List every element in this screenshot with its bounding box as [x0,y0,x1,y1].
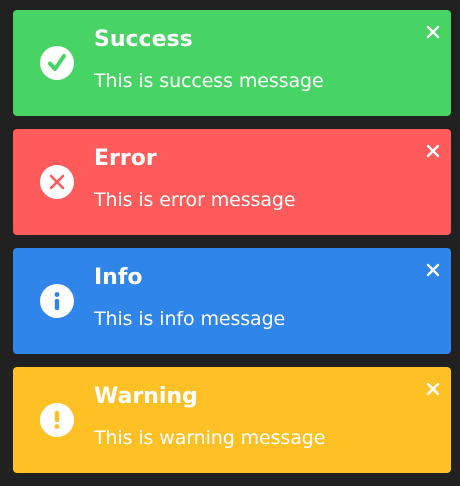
info-icon [40,284,74,318]
toast-message: This is error message [94,189,296,211]
close-icon[interactable] [425,381,441,397]
toast-title: Success [94,27,193,52]
toast-message: This is success message [94,70,324,92]
toast-title: Warning [94,384,198,409]
toast-success: Success This is success message [13,10,451,116]
toast-info: Info This is info message [13,248,451,354]
exclamation-icon [40,403,74,437]
check-icon [40,46,74,80]
toast-title: Info [94,265,143,290]
toast-error: Error This is error message [13,129,451,235]
toast-message: This is info message [94,308,286,330]
x-icon [40,165,74,199]
toast-message: This is warning message [94,427,326,449]
close-icon[interactable] [425,262,441,278]
toast-warning: Warning This is warning message [13,367,451,473]
close-icon[interactable] [425,24,441,40]
close-icon[interactable] [425,143,441,159]
toast-title: Error [94,146,157,171]
